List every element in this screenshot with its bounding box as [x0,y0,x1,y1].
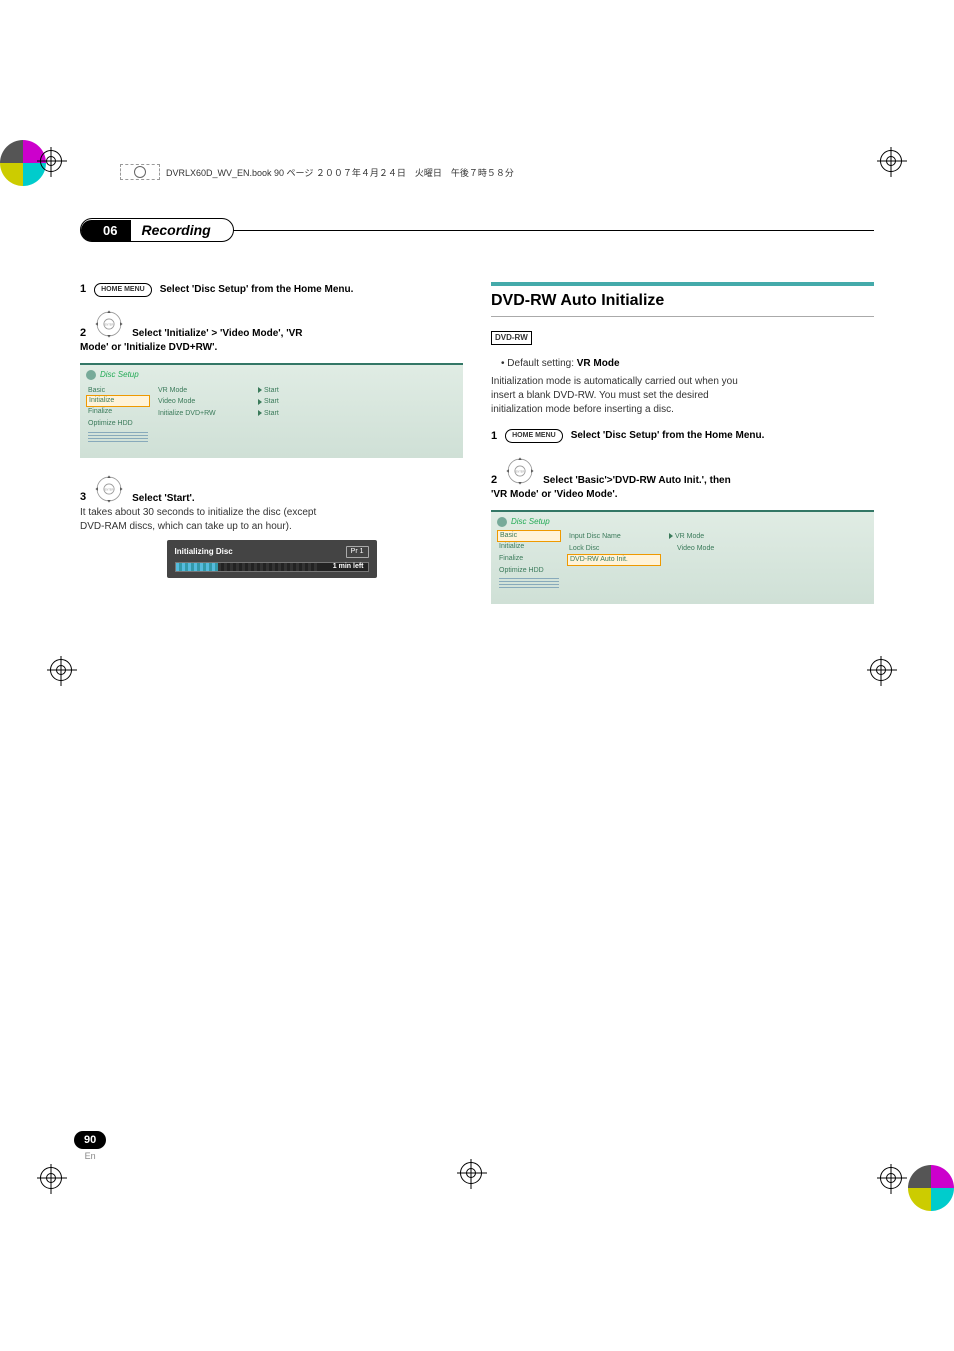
step-text: Select 'Initialize' > 'Video Mode', 'VR [132,327,302,341]
svg-text:ENTER: ENTER [516,470,525,474]
menu-item: Video Mode [158,396,248,408]
menu-item: Input Disc Name [569,531,659,543]
menu-item: Finalize [88,406,148,418]
menu-action: Video Mode [669,543,866,555]
home-menu-button-icon: HOME MENU [505,429,563,443]
menu-item: Initialize DVD+RW [158,408,248,420]
registration-mark [880,1167,914,1201]
step-number: 3 [80,490,86,505]
page-number: 90 [74,1131,106,1149]
menu-item: Initialize [499,541,559,553]
step-number: 1 [491,429,497,444]
progress-bar: 1 min left [175,562,369,572]
preset-indicator: Pr 1 [346,546,369,558]
registration-mark [460,1162,494,1196]
print-header: DVRLX60D_WV_EN.book 90 ページ ２００７年４月２４日 火曜… [120,163,834,181]
right-column: DVD-RW Auto Initialize DVD-RW • Default … [491,282,874,618]
svg-text:ENTER: ENTER [105,487,114,491]
menu-item: Optimize HDD [88,418,148,430]
menu-item: VR Mode [158,385,248,397]
body-text: Initialization mode is automatically car… [491,375,874,389]
cmyk-mark [908,1165,954,1211]
home-menu-button-icon: HOME MENU [94,283,152,297]
step-number: 2 [80,326,86,341]
step-text: 'VR Mode' or 'Video Mode'. [491,488,874,502]
initializing-dialog: Initializing Disc Pr 1 1 min left [167,540,377,578]
screenshot-title: Disc Setup [100,369,139,380]
format-badge: DVD-RW [491,331,532,344]
menu-action: Start [258,408,455,420]
registration-mark [880,150,914,184]
body-text: DVD-RAM discs, which can take up to an h… [80,520,463,534]
registration-mark [870,659,904,693]
body-text: It takes about 30 seconds to initialize … [80,506,463,520]
enter-nav-icon: ENTER [92,307,126,341]
time-remaining: 1 min left [333,562,364,572]
page-footer: 90 En [74,1130,106,1161]
screenshot-title: Disc Setup [511,516,550,527]
registration-mark [40,150,74,184]
disc-setup-screenshot: Disc Setup Basic Initialize Finalize Opt… [80,363,463,457]
registration-mark [50,659,84,693]
chapter-number: 06 [81,220,131,241]
disc-icon [86,370,96,380]
menu-action: VR Mode [669,531,866,543]
left-column: 1 HOME MENU Select 'Disc Setup' from the… [80,282,463,618]
menu-action: Start [258,385,455,397]
header-text: DVRLX60D_WV_EN.book 90 ページ ２００７年４月２４日 火曜… [166,166,514,179]
disc-setup-screenshot: Disc Setup Basic Initialize Finalize Opt… [491,510,874,604]
body-text: insert a blank DVD-RW. You must set the … [491,389,874,403]
dialog-title: Initializing Disc [175,546,233,558]
page-language: En [74,1151,106,1161]
step-text: Select 'Disc Setup' from the Home Menu. [571,429,765,443]
svg-text:ENTER: ENTER [105,323,114,327]
step-number: 1 [80,282,86,297]
registration-mark [40,1167,74,1201]
section-heading: DVD-RW Auto Initialize [491,290,874,312]
enter-nav-icon: ENTER [503,454,537,488]
step-text: Select 'Basic'>'DVD-RW Auto Init.', then [543,474,731,488]
disc-icon [497,517,507,527]
step-text: Select 'Start'. [132,492,195,506]
step-text: Select 'Disc Setup' from the Home Menu. [160,283,354,297]
menu-item-selected: DVD-RW Auto Init. [567,554,661,566]
chapter-title: Recording [131,222,232,238]
enter-nav-icon: ENTER [92,472,126,506]
menu-action: Start [258,396,455,408]
menu-item: Optimize HDD [499,565,559,577]
body-text: initialization mode before inserting a d… [491,403,874,417]
menu-item: Finalize [499,553,559,565]
chapter-bar: 06 Recording [80,218,874,242]
bullet-item: • Default setting: VR Mode [501,357,874,371]
step-number: 2 [491,473,497,488]
step-text: Mode' or 'Initialize DVD+RW'. [80,341,463,355]
